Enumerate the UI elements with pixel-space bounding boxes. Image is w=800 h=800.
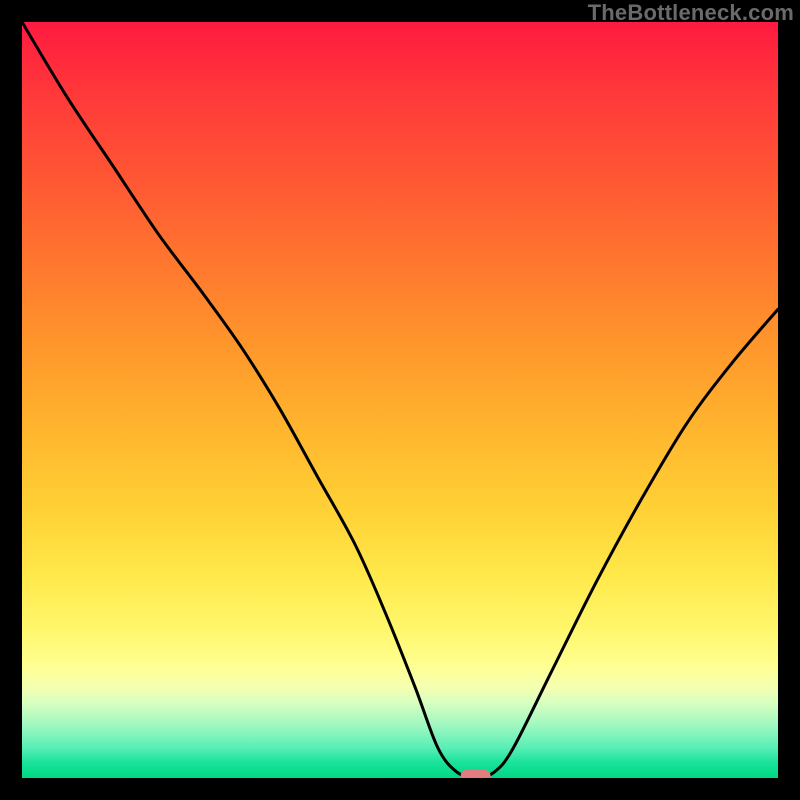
curve-svg	[22, 22, 778, 778]
bottleneck-curve	[22, 22, 778, 778]
chart-container: TheBottleneck.com	[0, 0, 800, 800]
min-marker	[461, 770, 491, 778]
plot-area	[22, 22, 778, 778]
